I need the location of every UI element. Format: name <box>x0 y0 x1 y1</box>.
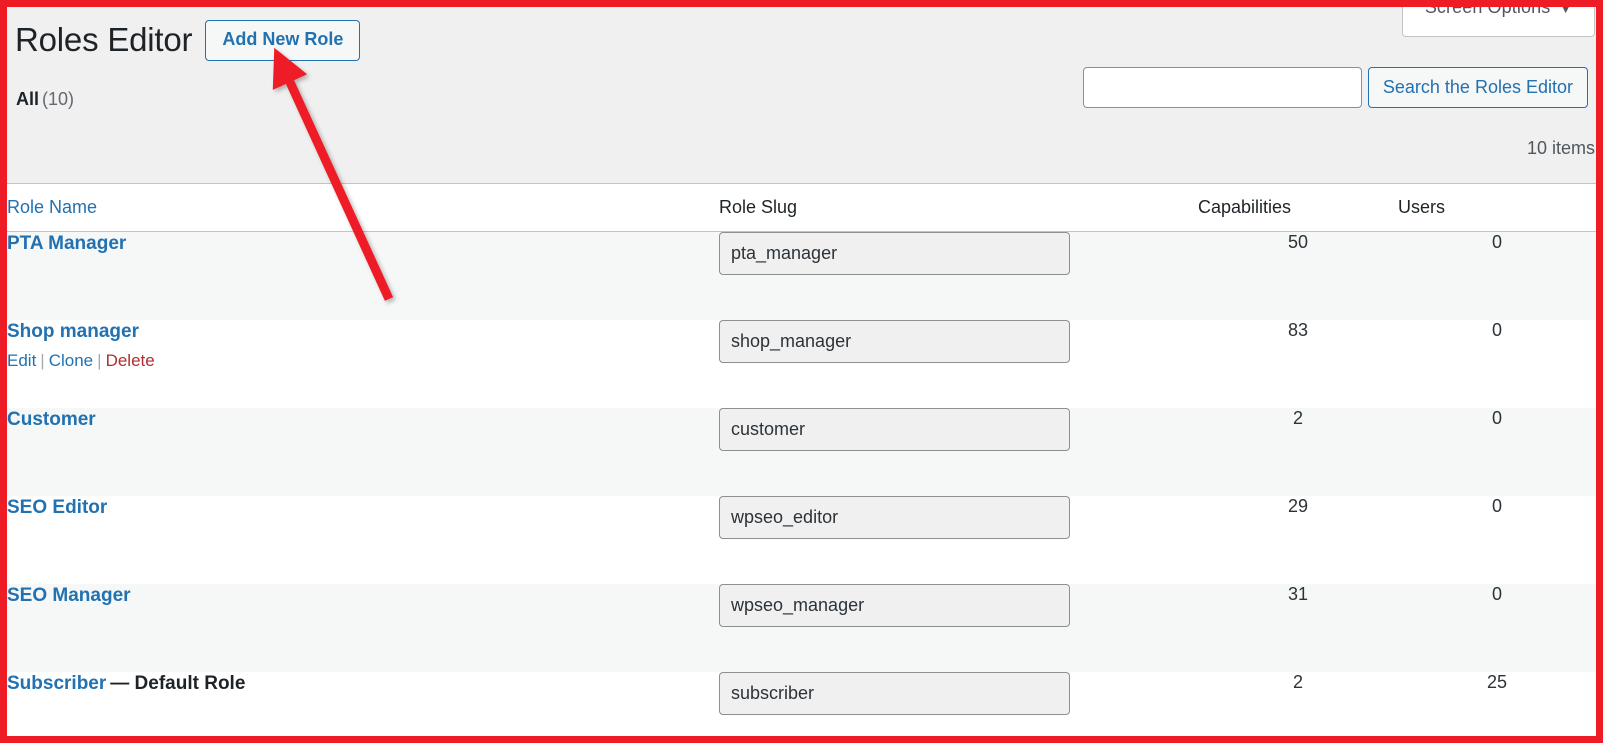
page-title: Roles Editor <box>15 21 193 59</box>
role-slug-input[interactable] <box>719 671 1070 715</box>
cell-users: 0 <box>1491 495 1502 516</box>
role-name-link[interactable]: SEO Manager <box>7 585 131 606</box>
role-name-link[interactable]: Customer <box>7 409 96 430</box>
cell-capabilities: 2 <box>1292 407 1303 428</box>
row-action-clone[interactable]: Clone <box>49 351 93 370</box>
cell-users: 0 <box>1491 232 1502 252</box>
column-header-role-name[interactable]: Role Name <box>7 183 719 232</box>
chevron-down-icon: ▼ <box>1559 7 1573 16</box>
table-row: PTA Manager 50 0 <box>7 231 1596 320</box>
role-slug-input[interactable] <box>719 495 1070 539</box>
table-header-row: Role Name Role Slug Capabilities Users <box>7 183 1596 232</box>
row-action-edit[interactable]: Edit <box>7 351 36 370</box>
table-row: Shop managerEdit|Clone|Delete830 <box>7 319 1596 408</box>
cell-role-name: SEO Editor <box>7 496 719 584</box>
roles-table: Role Name Role Slug Capabilities Users P… <box>7 183 1596 736</box>
row-actions: Edit | Clone | Delete <box>7 350 719 372</box>
column-header-capabilities: Capabilities <box>1198 183 1398 232</box>
cell-role-name: Customer <box>7 408 719 496</box>
cell-users: 0 <box>1491 407 1502 428</box>
role-name-suffix: — Default Role <box>110 672 246 694</box>
admin-page-viewport: Screen Options ▼ Roles Editor Add New Ro… <box>7 7 1596 736</box>
filter-item-all-count: (10) <box>42 89 75 109</box>
roles-table-body: PTA Manager500Shop managerEdit|Clone|Del… <box>7 231 1596 737</box>
row-action-separator: | <box>40 351 45 371</box>
cell-capabilities: 2 <box>1292 671 1303 692</box>
column-header-role-slug: Role Slug <box>719 183 1198 232</box>
cell-capabilities: 29 <box>1287 495 1309 516</box>
filter-item-all[interactable]: All (10) <box>16 89 74 110</box>
table-row: Customer 2 0 <box>7 407 1596 496</box>
cell-role-slug <box>719 232 1198 320</box>
cell-role-slug <box>719 583 1198 672</box>
cell-role-slug <box>719 671 1198 737</box>
role-slug-input[interactable] <box>719 232 1070 275</box>
cell-users: 0 <box>1491 583 1502 604</box>
search-form: Search the Roles Editor <box>1082 67 1588 108</box>
cell-role-name: Shop manager Edit | Clone | Delete <box>7 320 719 408</box>
cell-role-slug <box>719 319 1198 408</box>
table-row: SEO Editor 29 0 <box>7 495 1596 584</box>
cell-role-name: PTA Manager <box>7 232 719 320</box>
cell-users: 0 <box>1491 319 1502 340</box>
cell-role-slug <box>719 495 1198 584</box>
cell-capabilities: 83 <box>1287 319 1309 340</box>
role-name-link[interactable]: SEO Editor <box>7 497 107 518</box>
role-slug-input[interactable] <box>719 407 1070 451</box>
items-count-label: 10 items <box>1526 138 1595 158</box>
role-slug-input[interactable] <box>719 583 1070 627</box>
cell-users: 25 <box>1486 671 1508 692</box>
cell-role-name: Subscriber — Default Role <box>7 672 719 737</box>
table-row: SEO Manager 31 0 <box>7 583 1596 672</box>
page-header: Roles Editor Add New Role <box>15 20 361 61</box>
add-new-role-button[interactable]: Add New Role <box>205 20 361 61</box>
role-name-link[interactable]: PTA Manager <box>7 233 126 254</box>
cell-capabilities: 31 <box>1287 583 1309 604</box>
row-action-delete[interactable]: Delete <box>106 351 155 370</box>
search-submit-button[interactable]: Search the Roles Editor <box>1367 67 1588 108</box>
screen-options-label: Screen Options <box>1424 7 1551 17</box>
role-name-link[interactable]: Subscriber <box>7 673 106 694</box>
cell-capabilities: 50 <box>1287 232 1309 252</box>
table-row: Subscriber— Default Role 2 25 <box>7 671 1596 737</box>
screen-options-button[interactable]: Screen Options ▼ <box>1402 7 1595 37</box>
cell-role-name: SEO Manager <box>7 584 719 672</box>
search-input[interactable] <box>1082 67 1362 108</box>
filter-list: All (10) <box>16 89 74 110</box>
roles-table-head: Role Name Role Slug Capabilities Users <box>7 183 1596 232</box>
role-slug-input[interactable] <box>719 319 1070 363</box>
cell-role-slug <box>719 407 1198 496</box>
column-header-users: Users <box>1398 183 1596 232</box>
filter-item-all-label: All <box>16 89 40 109</box>
row-action-separator: | <box>97 351 102 371</box>
role-name-link[interactable]: Shop manager <box>7 321 139 342</box>
